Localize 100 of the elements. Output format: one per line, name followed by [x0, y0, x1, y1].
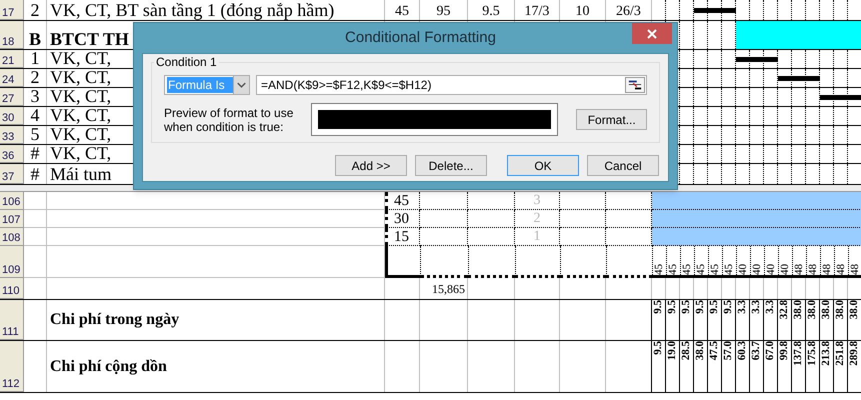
table-cell: # [30, 145, 40, 163]
row-label: Chi phí cộng dồn [50, 356, 167, 376]
cumulative-cost: 47.5 [708, 341, 721, 360]
close-icon [647, 28, 657, 38]
formula-field[interactable]: =AND(K$9>=$F12,K$9<=$H12) [256, 75, 647, 95]
cumulative-cost: 60.3 [736, 341, 749, 360]
table-cell: 3 [30, 88, 40, 106]
daily-cost: 38.0 [806, 300, 819, 320]
worker-count: 48 [849, 263, 861, 275]
row-number: 111 [2, 326, 19, 339]
table-cell: VK, CT, [50, 88, 112, 106]
table-cell: VK, CT, [50, 126, 112, 144]
worker-count: 48 [835, 263, 848, 275]
worker-count: 45 [667, 263, 680, 275]
cumulative-cost: 57.0 [722, 341, 735, 360]
row-number: 24 [2, 75, 14, 86]
table-cell: 30 [394, 210, 409, 226]
worker-count: 40 [737, 263, 750, 275]
cumulative-cost: 9.5 [652, 341, 665, 355]
row-number: 108 [2, 232, 20, 245]
worker-count: 40 [765, 263, 778, 275]
empty-cell [560, 246, 606, 278]
row-number: 37 [2, 172, 14, 183]
row-number: 112 [2, 378, 20, 391]
daily-cost: 3.3 [764, 300, 777, 314]
table-cell: # [30, 164, 40, 184]
worker-count: 45 [681, 263, 694, 275]
cumulative-cost: 19.0 [666, 341, 679, 360]
cumulative-cost: 175.8 [806, 341, 819, 366]
total-cost: 15,865 [432, 280, 465, 298]
row-number: 107 [2, 214, 20, 227]
cumulative-cost: 28.5 [680, 341, 693, 360]
table-cell: 2 [30, 69, 40, 87]
table-cell: 2 [30, 0, 40, 20]
daily-cost: 38.0 [834, 300, 847, 320]
row-label: Chi phí trong ngày [50, 310, 180, 330]
table-cell: B [28, 29, 41, 49]
cumulative-cost: 251.8 [834, 341, 847, 366]
table-cell: 1 [534, 228, 540, 244]
daily-cost: 9.5 [652, 300, 665, 314]
table-cell: 26/3 [616, 4, 641, 20]
daily-cost: 38.0 [792, 300, 805, 320]
table-cell: Mái tum [50, 164, 112, 184]
cumulative-cost: 99.8 [778, 341, 791, 360]
table-cell: 45 [394, 192, 409, 208]
daily-cost: 9.5 [666, 300, 679, 314]
row-number: 109 [2, 264, 20, 277]
cumulative-cost: 137.8 [792, 341, 805, 366]
table-cell: BTCT TH [50, 29, 129, 49]
row-number: 106 [2, 196, 20, 209]
daily-cost: 38.0 [820, 300, 833, 320]
daily-cost: 9.5 [694, 300, 707, 314]
table-cell: 45 [395, 4, 409, 20]
daily-cost: 3.3 [736, 300, 749, 314]
table-cell: VK, CT, BT sàn tầng 1 (đóng nắp hầm) [50, 0, 334, 20]
table-cell: 5 [30, 126, 40, 144]
cumulative-cost: 213.8 [820, 341, 833, 366]
row-number: 36 [2, 151, 14, 162]
row-number: 110 [2, 285, 20, 298]
worker-count: 48 [807, 263, 820, 275]
row-number: 17 [2, 8, 14, 19]
format-button[interactable]: Format... [576, 109, 647, 130]
table-cell: 95 [436, 4, 450, 20]
dialog-button[interactable]: OK [507, 155, 579, 176]
daily-cost: 32.8 [778, 300, 791, 320]
daily-cost: 9.5 [722, 300, 735, 314]
cumulative-cost: 38.0 [694, 341, 707, 360]
table-cell: 17/3 [524, 4, 550, 20]
worker-count: 48 [821, 263, 834, 275]
table-cell: 15 [394, 228, 409, 244]
table-cell: VK, CT, [50, 107, 112, 125]
table-cell: VK, CT, [50, 145, 112, 163]
row-number: 27 [2, 94, 14, 105]
worker-count: 40 [779, 263, 792, 275]
row-number: 18 [2, 37, 14, 48]
table-cell: VK, CT, [50, 50, 112, 68]
daily-cost: 9.5 [680, 300, 693, 314]
empty-cell [468, 246, 515, 278]
daily-cost: 3.3 [750, 300, 763, 314]
row-number: 33 [2, 132, 14, 143]
table-cell: 4 [30, 107, 40, 125]
preview-label: Preview of format to use when condition is true: [164, 106, 294, 134]
selected-text: Formula Is [167, 77, 233, 93]
dialog-button[interactable]: Delete... [415, 155, 487, 176]
close-button[interactable] [632, 23, 672, 44]
collapse-dialog-icon[interactable] [625, 77, 645, 93]
cumulative-cost: 289.8 [848, 341, 861, 366]
dialog-title: Conditional Formatting [344, 28, 496, 48]
table-cell: VK, CT, [50, 69, 112, 87]
cumulative-cost: 63.7 [750, 341, 763, 360]
row-number: 21 [2, 56, 14, 67]
worker-count: 45 [723, 263, 736, 275]
worker-count: 45 [709, 263, 722, 275]
worker-count: 40 [751, 263, 764, 275]
dialog-button[interactable]: Cancel [587, 155, 659, 176]
row-number: 30 [2, 113, 14, 124]
empty-cell [420, 246, 468, 278]
dialog-button[interactable]: Add >> [335, 155, 407, 176]
cumulative-cost: 67.0 [764, 341, 777, 360]
worker-count: 48 [793, 263, 806, 275]
